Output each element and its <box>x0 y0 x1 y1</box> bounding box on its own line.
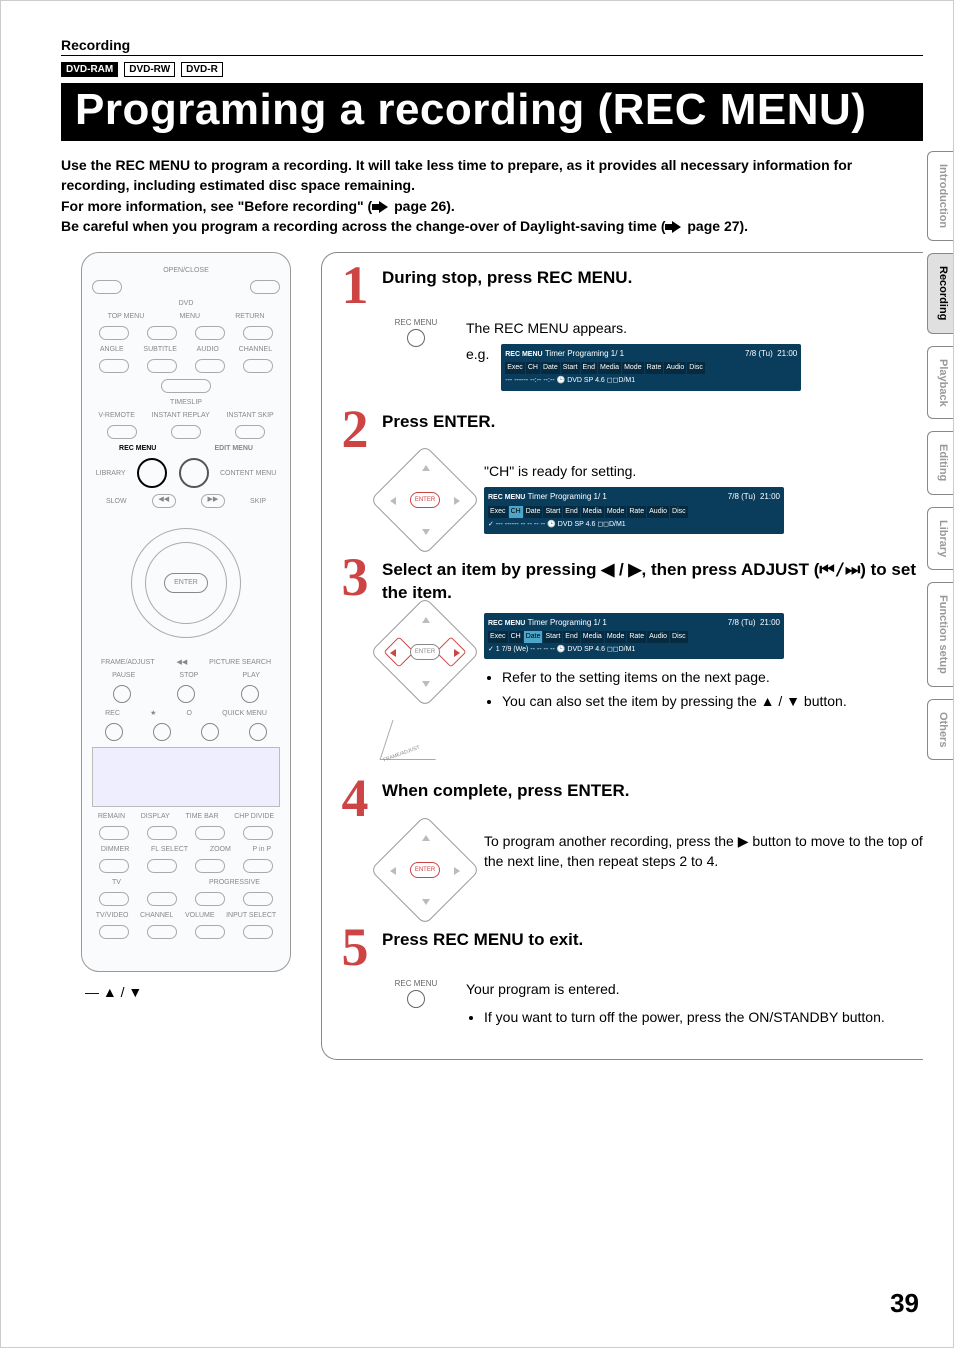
badge-dvd-r: DVD-R <box>181 62 223 77</box>
frame-adjust-icon <box>380 720 449 760</box>
step-5-bullets: If you want to turn off the power, press… <box>466 1007 923 1027</box>
remote-dpad: ENTER <box>121 518 251 648</box>
step-5-title: Press REC MENU to exit. <box>382 929 583 952</box>
rec-menu-button-icon: REC MENU <box>386 318 446 378</box>
remote-diagram: OPEN/CLOSE DVD TOP MENUMENURETURN ANGLES… <box>81 252 291 972</box>
enter-button: ENTER <box>164 573 208 593</box>
page-title: Programing a recording (REC MENU) <box>61 83 923 141</box>
step-4-desc: To program another recording, press the … <box>484 831 923 909</box>
step-5-number: 5 <box>338 923 372 972</box>
step-2-desc: "CH" is ready for setting. <box>484 461 923 481</box>
page-number: 39 <box>890 1288 919 1319</box>
enter-dpad-icon: ENTER <box>386 831 464 909</box>
step-1-desc: The REC MENU appears. <box>466 318 923 338</box>
intro-text: Use the REC MENU to program a recording.… <box>61 155 923 236</box>
intro-line-2: For more information, see "Before record… <box>61 196 923 216</box>
step-1: 1 During stop, press REC MENU. REC MENU … <box>338 261 923 390</box>
tab-library[interactable]: Library <box>927 507 953 570</box>
osd-preview-1: REC MENU Timer Programing 1/ 1 7/8 (Tu) … <box>501 344 801 390</box>
step-3: 3 Select an item by pressing ◀ / ▶, then… <box>338 553 923 760</box>
step-5-desc: Your program is entered. <box>466 979 923 999</box>
remote-updown-label: — ▲ / ▼ <box>85 984 301 1000</box>
badge-dvd-ram: DVD-RAM <box>61 62 118 77</box>
section-tabs: Introduction Recording Playback Editing … <box>927 151 953 760</box>
section-heading: Recording <box>61 37 923 56</box>
tab-others[interactable]: Others <box>927 699 953 760</box>
tab-recording[interactable]: Recording <box>927 253 953 333</box>
rec-menu-button-icon: REC MENU <box>386 979 446 1039</box>
step-1-number: 1 <box>338 261 372 310</box>
step-2: 2 Press ENTER. ENTER "CH" is ready for s… <box>338 405 923 540</box>
step-3-title: Select an item by pressing ◀ / ▶, then p… <box>382 559 923 605</box>
tab-editing[interactable]: Editing <box>927 431 953 494</box>
step-4: 4 When complete, press ENTER. ENTER To p… <box>338 774 923 909</box>
steps-panel: 1 During stop, press REC MENU. REC MENU … <box>321 252 923 1060</box>
osd-preview-3: REC MENU Timer Programing 1/ 1 7/8 (Tu) … <box>484 613 784 659</box>
intro-line-3: Be careful when you program a recording … <box>61 216 923 236</box>
step-3-number: 3 <box>338 553 372 602</box>
step-1-title: During stop, press REC MENU. <box>382 267 632 290</box>
step-4-number: 4 <box>338 774 372 823</box>
step-2-number: 2 <box>338 405 372 454</box>
osd-preview-2: REC MENU Timer Programing 1/ 1 7/8 (Tu) … <box>484 487 784 533</box>
left-right-dpad-icon: ENTER <box>386 613 464 691</box>
disc-format-badges: DVD-RAM DVD-RW DVD-R <box>61 62 923 77</box>
step-4-title: When complete, press ENTER. <box>382 780 630 803</box>
tab-introduction[interactable]: Introduction <box>927 151 953 241</box>
tab-playback[interactable]: Playback <box>927 346 953 420</box>
step-2-title: Press ENTER. <box>382 411 495 434</box>
intro-line-1: Use the REC MENU to program a recording.… <box>61 155 923 196</box>
enter-dpad-icon: ENTER <box>386 461 464 539</box>
badge-dvd-rw: DVD-RW <box>124 62 175 77</box>
step-5: 5 Press REC MENU to exit. REC MENU Your … <box>338 923 923 1040</box>
adjust-glyph-icon: ⏮/⏭ <box>819 560 860 580</box>
step-3-bullets: Refer to the setting items on the next p… <box>484 667 923 711</box>
page-ref-arrow-icon <box>372 201 390 213</box>
tab-function-setup[interactable]: Function setup <box>927 582 953 687</box>
page-ref-arrow-icon <box>665 221 683 233</box>
